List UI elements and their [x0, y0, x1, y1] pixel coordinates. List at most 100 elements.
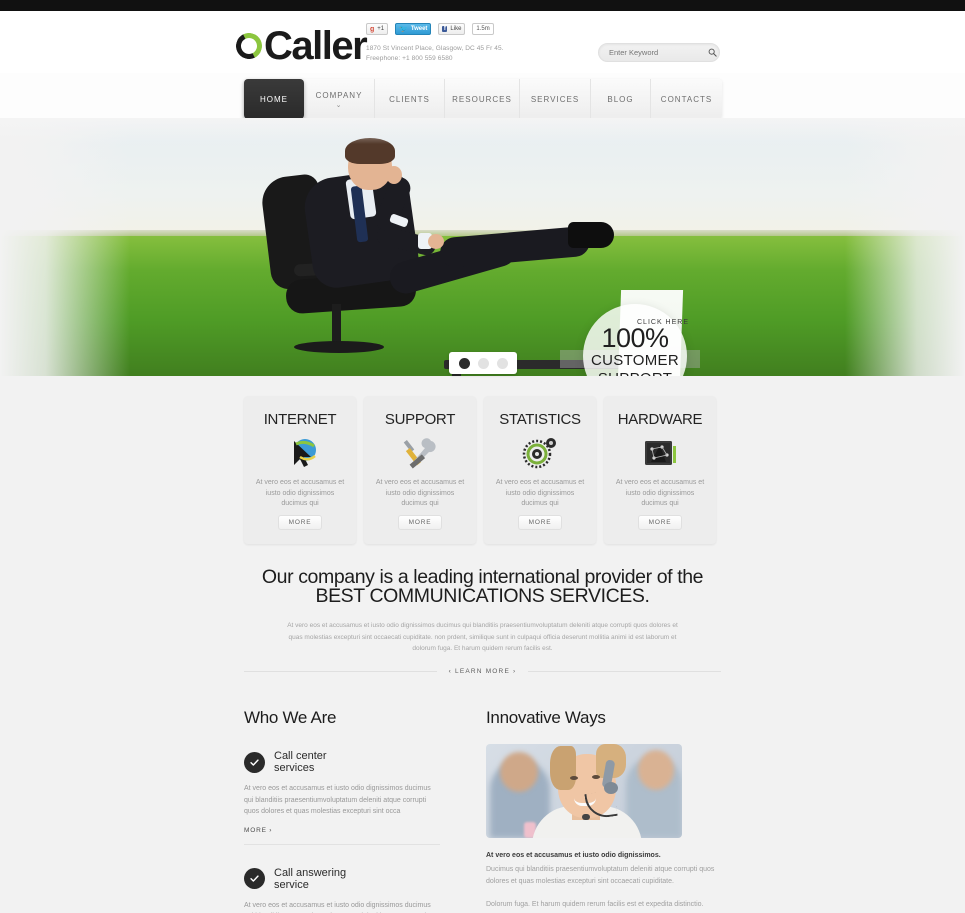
- wrench-screwdriver-icon: [400, 432, 440, 474]
- banner-fade-top: [0, 118, 965, 144]
- site-logo[interactable]: Caller: [232, 24, 368, 68]
- gplus-label: +1: [377, 26, 385, 32]
- feature-more-button[interactable]: MORE: [518, 515, 562, 530]
- tweet-label: Tweet: [410, 26, 428, 32]
- feature-text: At vero eos et accusamus et iusto odio d…: [495, 479, 585, 507]
- nav-label: CONTACTS: [660, 94, 713, 104]
- check-circle-icon: [244, 751, 265, 773]
- feature-box-support[interactable]: SUPPORT At vero eos et accusamus et iust…: [364, 396, 476, 544]
- businessman-illustration: [250, 136, 614, 366]
- banner-fade-right: [845, 118, 965, 376]
- slider-dot-2[interactable]: [477, 357, 489, 369]
- service-more-link[interactable]: MORE ›: [244, 827, 440, 834]
- top-black-strip: [0, 0, 965, 11]
- intro-heading-line2: BEST COMMUNICATIONS SERVICES.: [315, 585, 650, 607]
- gear-dial-icon: [520, 432, 560, 474]
- header-contact-info: 1870 St Vincent Place, Glasgow, DC 45 Fr…: [366, 44, 504, 63]
- tweet-button[interactable]: 🐦 Tweet: [395, 23, 432, 35]
- feature-more-button[interactable]: MORE: [638, 515, 682, 530]
- feature-text: At vero eos et accusamus et iusto odio d…: [615, 479, 705, 507]
- search-button[interactable]: [706, 43, 719, 62]
- twitter-bird-icon: 🐦: [399, 26, 408, 33]
- slider-dot-3[interactable]: [496, 357, 508, 369]
- social-buttons: g +1 🐦 Tweet f Like 1.5m: [366, 23, 494, 35]
- slider-pagination: [449, 352, 517, 374]
- search-box[interactable]: [598, 43, 720, 62]
- service-title-line2: service: [274, 878, 309, 891]
- innovative-ways-column: Innovative Ways At vero eos et accusamus…: [486, 708, 722, 911]
- circle-swoosh-logo-icon: [232, 29, 266, 63]
- nav-label: COMPANY: [315, 90, 363, 100]
- nav-label: BLOG: [607, 94, 634, 104]
- call-center-operator-photo: [486, 744, 682, 838]
- header-band: [0, 11, 965, 73]
- innovative-lead: At vero eos et accusamus et iusto odio d…: [486, 852, 661, 859]
- separator-line-left: [244, 671, 437, 672]
- search-input[interactable]: [599, 48, 706, 57]
- google-plus-icon: g: [370, 25, 375, 33]
- nav-item-company[interactable]: COMPANY ⌄: [304, 79, 375, 119]
- nav-item-home[interactable]: HOME: [244, 79, 304, 119]
- innovative-ways-title: Innovative Ways: [486, 708, 606, 727]
- feature-box-hardware[interactable]: HARDWARE At vero eos et accusamus et ius…: [604, 396, 716, 544]
- nav-item-contacts[interactable]: CONTACTS: [651, 79, 722, 119]
- intro-paragraph: At vero eos et accusamus et iusto odio d…: [287, 622, 678, 652]
- google-plus-one-button[interactable]: g +1: [366, 23, 389, 35]
- banner-fade-left: [0, 118, 130, 376]
- nav-item-clients[interactable]: CLIENTS: [375, 79, 445, 119]
- nav-label: HOME: [260, 94, 288, 104]
- nav-item-services[interactable]: SERVICES: [520, 79, 591, 119]
- learn-more-button[interactable]: ‹ LEARN MORE ›: [437, 668, 529, 675]
- intro-section: Our company is a leading international p…: [244, 567, 721, 655]
- service-item-call-answering: Call answering service At vero eos et ac…: [244, 867, 440, 913]
- page-root: Caller g +1 🐦 Tweet f Like 1.5m 1870 St …: [0, 0, 965, 913]
- facebook-like-count: 1.5m: [472, 23, 494, 35]
- service-item-call-center: Call center services At vero eos et accu…: [244, 750, 440, 845]
- service-divider: [244, 843, 440, 845]
- who-we-are-column: Who We Are Call center services At vero …: [244, 708, 440, 913]
- facebook-like-button[interactable]: f Like: [438, 23, 466, 35]
- nav-item-blog[interactable]: BLOG: [591, 79, 651, 119]
- nav-item-resources[interactable]: RESOURCES: [445, 79, 520, 119]
- badge-percent: 100%: [601, 323, 669, 353]
- innovative-body-2: Dolorum fuga. Et harum quidem rerum faci…: [486, 901, 704, 908]
- intro-heading: Our company is a leading international p…: [244, 567, 721, 607]
- chart-screen-icon: [640, 432, 680, 474]
- search-icon: [708, 48, 717, 57]
- logo-text: Caller: [264, 24, 368, 68]
- service-title: Call answering service: [274, 867, 346, 891]
- feature-box-statistics[interactable]: STATISTICS At vero eos et accusamus et i…: [484, 396, 596, 544]
- nav-label: SERVICES: [530, 94, 580, 104]
- nav-label: CLIENTS: [389, 94, 430, 104]
- header-address: 1870 St Vincent Place, Glasgow, DC 45 Fr…: [366, 45, 504, 52]
- feature-title: STATISTICS: [499, 411, 581, 428]
- separator-line-right: [528, 671, 722, 672]
- cursor-globe-icon: [280, 432, 320, 474]
- facebook-label: Like: [450, 26, 462, 32]
- feature-more-button[interactable]: MORE: [398, 515, 442, 530]
- service-header: Call answering service: [244, 867, 440, 891]
- innovative-body: Ducimus qui blanditiis praesentiumvolupt…: [486, 866, 715, 885]
- service-text: At vero eos et accusamus et iusto odio d…: [244, 901, 431, 909]
- slider-dot-1[interactable]: [458, 357, 470, 369]
- badge-line-1: CUSTOMER: [591, 352, 679, 369]
- feature-box-internet[interactable]: INTERNET At vero eos et accusamus et ius…: [244, 396, 356, 544]
- who-we-are-title: Who We Are: [244, 708, 337, 727]
- feature-text: At vero eos et accusamus et iusto odio d…: [255, 479, 345, 507]
- chevron-down-icon: ⌄: [335, 101, 343, 109]
- learn-more-separator: ‹ LEARN MORE ›: [244, 668, 722, 675]
- facebook-icon: f: [442, 26, 448, 32]
- main-navigation: HOME COMPANY ⌄ CLIENTS RESOURCES SERVICE…: [244, 79, 722, 119]
- feature-boxes: INTERNET At vero eos et accusamus et ius…: [244, 396, 721, 544]
- service-title-line2: services: [274, 762, 315, 774]
- innovative-ways-text: At vero eos et accusamus et iusto odio d…: [486, 850, 722, 911]
- feature-title: SUPPORT: [384, 411, 456, 428]
- check-circle-icon: [244, 868, 265, 889]
- nav-label: RESOURCES: [452, 94, 512, 104]
- feature-title: INTERNET: [263, 411, 337, 428]
- feature-text: At vero eos et accusamus et iusto odio d…: [375, 479, 465, 507]
- service-header: Call center services: [244, 750, 440, 774]
- service-title-line1: Call center: [274, 750, 327, 762]
- feature-more-button[interactable]: MORE: [278, 515, 322, 530]
- feature-title: HARDWARE: [617, 411, 703, 428]
